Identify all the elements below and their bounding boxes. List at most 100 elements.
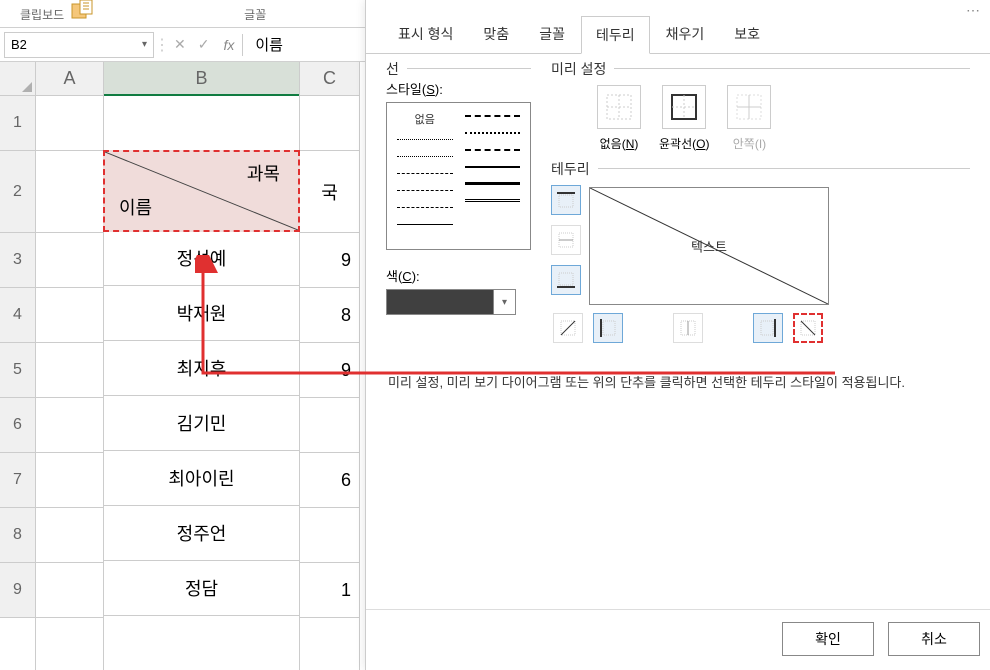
line-group-label: 선 (386, 59, 407, 79)
paste-icon (70, 0, 94, 20)
border-top-button[interactable] (551, 185, 581, 215)
line-style-option[interactable] (465, 179, 521, 188)
cell[interactable] (36, 343, 103, 398)
ok-button[interactable]: 확인 (782, 622, 874, 656)
color-picker[interactable]: ▾ (386, 289, 516, 315)
cell[interactable]: 박재원 (104, 286, 299, 341)
row-header[interactable]: 3 (0, 233, 35, 288)
preset-none-icon (605, 93, 633, 121)
cell[interactable] (36, 563, 103, 618)
line-style-option[interactable] (465, 145, 521, 154)
line-style-option[interactable] (465, 111, 521, 120)
border-diag-down-button[interactable] (793, 313, 823, 343)
tab-alignment[interactable]: 맞춤 (469, 16, 523, 53)
border-diag-up-button[interactable] (553, 313, 583, 343)
cell[interactable] (36, 151, 103, 233)
row-header[interactable]: 7 (0, 453, 35, 508)
cell-b2-selected[interactable]: 과목 이름 (103, 150, 300, 232)
cell-label-top: 과목 (247, 160, 280, 186)
select-all-corner[interactable] (0, 62, 35, 96)
row-header[interactable]: 1 (0, 96, 35, 151)
color-label: 색(C): (386, 266, 531, 285)
cell[interactable] (36, 453, 103, 508)
line-style-option[interactable] (397, 169, 453, 178)
col-header-c[interactable]: C (300, 62, 359, 96)
line-style-option[interactable] (397, 152, 453, 161)
style-label: 스타일(S): (386, 79, 531, 98)
tab-font[interactable]: 글꼴 (525, 16, 579, 53)
cell[interactable]: 정주언 (104, 506, 299, 561)
chevron-down-icon: ▾ (493, 290, 515, 314)
border-midv-icon (679, 319, 697, 337)
preset-none[interactable]: 없음(N) (597, 85, 641, 152)
row-header[interactable]: 4 (0, 288, 35, 343)
row-header[interactable]: 9 (0, 563, 35, 618)
row-header[interactable]: 2 (0, 151, 35, 233)
line-style-list[interactable]: 없음 (386, 102, 531, 250)
diag-up-icon (559, 319, 577, 337)
name-box-value: B2 (11, 37, 27, 52)
row-header[interactable]: 8 (0, 508, 35, 563)
line-style-option[interactable] (465, 128, 521, 137)
row-header[interactable]: 6 (0, 398, 35, 453)
ribbon-group-font: 글꼴 (244, 6, 266, 27)
cell[interactable]: 9 (300, 233, 359, 288)
fx-icon[interactable]: fx (215, 37, 242, 53)
border-middle-v-button[interactable] (673, 313, 703, 343)
tab-fill[interactable]: 채우기 (652, 16, 719, 53)
cell[interactable] (104, 96, 299, 151)
name-box[interactable]: B2 ▾ (4, 32, 154, 58)
line-style-option[interactable] (397, 135, 453, 144)
cell[interactable] (36, 508, 103, 563)
line-style-option[interactable] (397, 203, 453, 212)
cell[interactable]: 1 (300, 563, 359, 618)
cell[interactable]: 국 (300, 151, 359, 233)
border-top-icon (557, 191, 575, 209)
border-bottom-button[interactable] (551, 265, 581, 295)
cancel-formula-icon[interactable]: ✕ (168, 36, 192, 53)
cell[interactable]: 김기민 (104, 396, 299, 451)
cell[interactable] (36, 288, 103, 343)
accept-formula-icon[interactable]: ✓ (192, 36, 216, 53)
line-style-option[interactable] (465, 196, 521, 205)
tab-protection[interactable]: 보호 (720, 16, 774, 53)
cell[interactable]: 정선예 (104, 231, 299, 286)
divider: ⋮ (154, 35, 168, 55)
line-style-option[interactable] (397, 220, 453, 229)
preset-inside-icon (735, 93, 763, 121)
cell[interactable] (300, 508, 359, 563)
tab-border[interactable]: 테두리 (581, 16, 650, 54)
tab-number[interactable]: 표시 형식 (384, 16, 467, 53)
cell[interactable]: 6 (300, 453, 359, 508)
cancel-button[interactable]: 취소 (888, 622, 980, 656)
diag-down-icon (799, 319, 817, 337)
preset-inside: 안쪽(I) (727, 85, 771, 152)
border-left-icon (599, 319, 617, 337)
format-cells-dialog: ⋯ 표시 형식 맞춤 글꼴 테두리 채우기 보호 선 스타일(S): 없음 (365, 0, 990, 670)
cell[interactable]: 최지후 (104, 341, 299, 396)
preset-outline-icon (670, 93, 698, 121)
cell[interactable]: 9 (300, 343, 359, 398)
row-header[interactable]: 5 (0, 343, 35, 398)
col-header-b[interactable]: B (104, 62, 299, 96)
cell[interactable]: 정담 (104, 561, 299, 616)
border-left-button[interactable] (593, 313, 623, 343)
line-style-option[interactable] (465, 162, 521, 171)
cell[interactable]: 8 (300, 288, 359, 343)
border-preview[interactable]: 텍스트 (589, 187, 829, 305)
preset-outline[interactable]: 윤곽선(O) (659, 85, 709, 152)
col-header-a[interactable]: A (36, 62, 103, 96)
line-style-none[interactable]: 없음 (397, 111, 453, 127)
cell[interactable] (300, 96, 359, 151)
border-mid-icon (557, 231, 575, 249)
cell[interactable] (36, 233, 103, 288)
close-icon[interactable]: ⋯ (966, 2, 980, 19)
border-middle-h-button[interactable] (551, 225, 581, 255)
line-style-option[interactable] (397, 186, 453, 195)
border-right-button[interactable] (753, 313, 783, 343)
cell[interactable] (36, 96, 103, 151)
cell[interactable] (36, 398, 103, 453)
cell[interactable]: 최아이린 (104, 451, 299, 506)
border-group-label: 테두리 (551, 159, 598, 179)
cell[interactable] (300, 398, 359, 453)
